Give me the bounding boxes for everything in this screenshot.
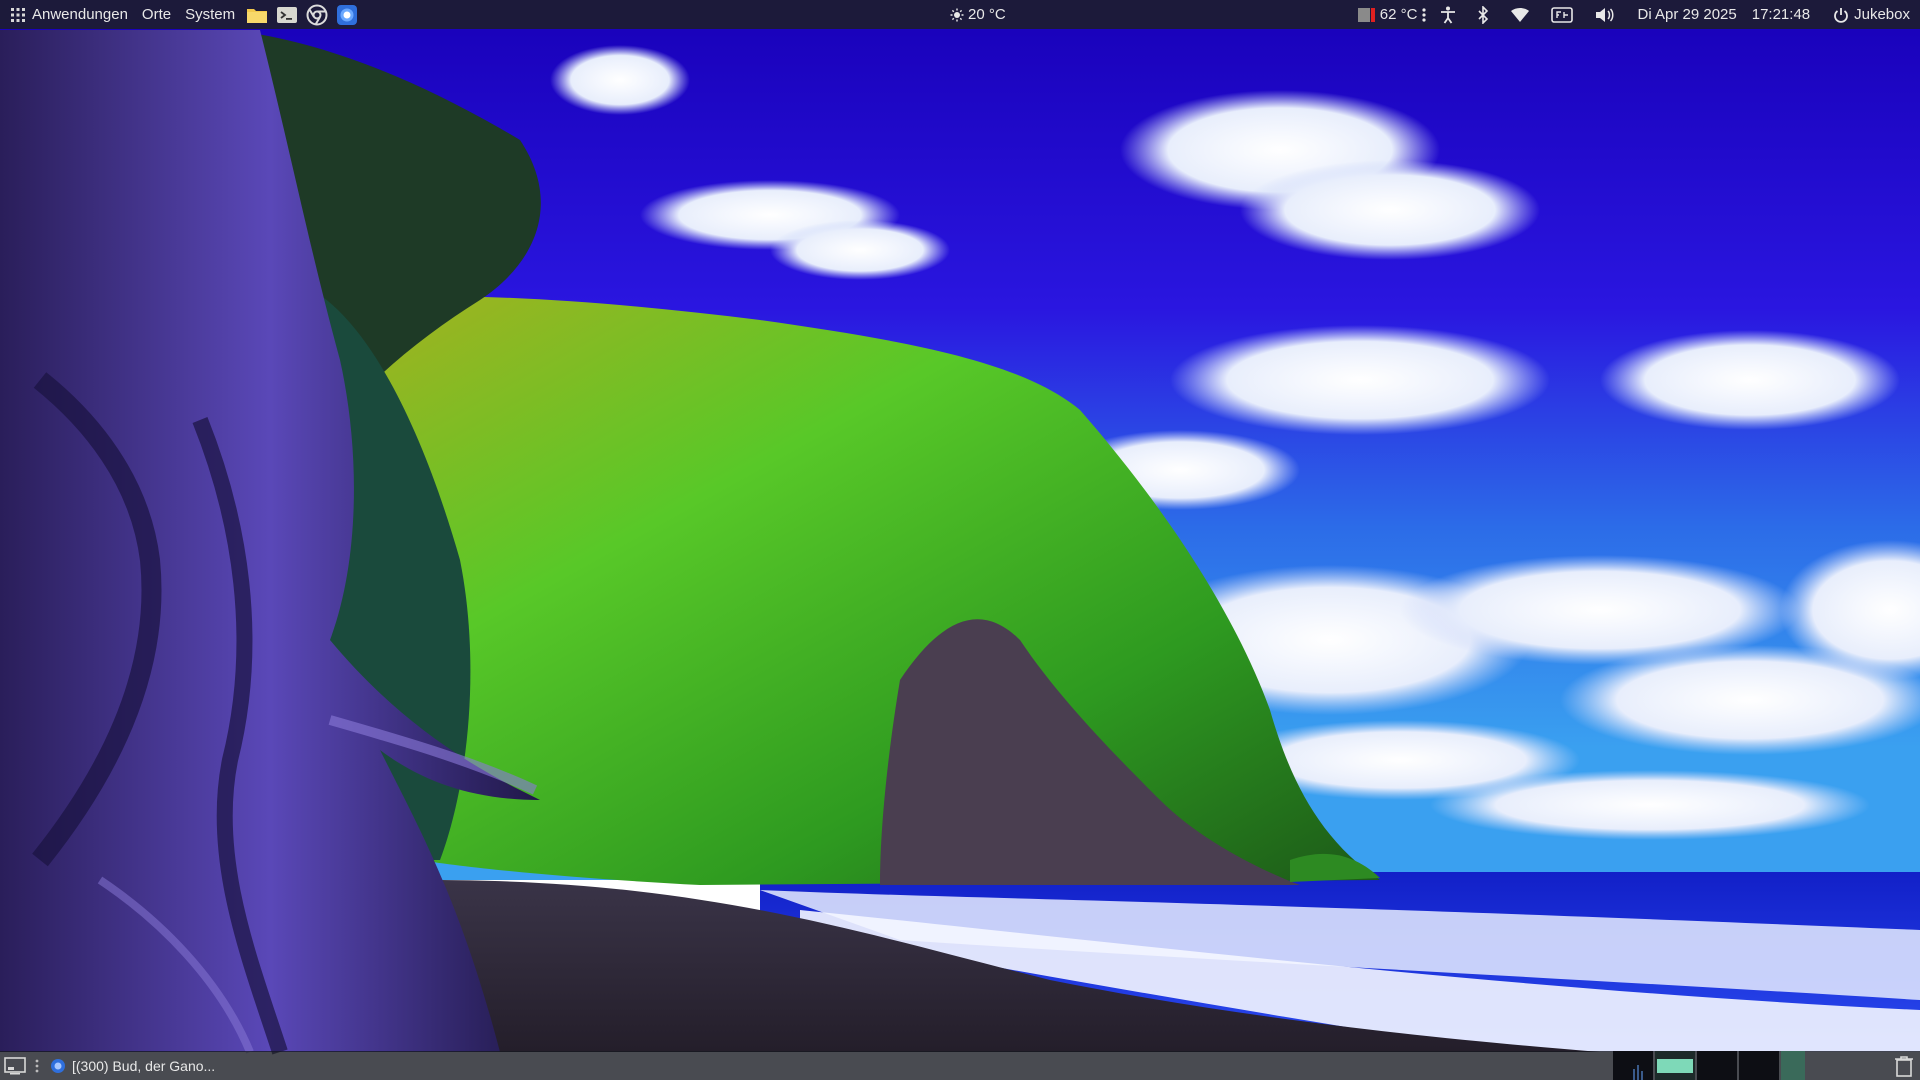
thermometer-icon <box>1357 7 1375 22</box>
top-panel-left: Anwendungen Orte System <box>0 0 362 29</box>
desktop[interactable]: Anwendungen Orte System 20 °C 62 °C Di A… <box>0 0 1920 1080</box>
volume-icon[interactable] <box>1594 0 1614 29</box>
browser-launcher-icon[interactable] <box>335 3 359 27</box>
top-panel-right: 62 °C Di Apr 29 2025 17:21:48 Jukebox <box>1348 0 1920 29</box>
chrome-launcher-icon[interactable] <box>305 3 329 27</box>
taskbar-item-title: [(300) Bud, der Gano... <box>72 1057 216 1074</box>
clock-date[interactable]: Di Apr 29 2025 <box>1637 0 1736 29</box>
workspace-5[interactable] <box>1781 1051 1805 1080</box>
power-icon <box>1834 7 1849 23</box>
keyboard-layout-icon[interactable] <box>1551 0 1574 29</box>
clock-time[interactable]: 17:21:48 <box>1752 0 1810 29</box>
workspace-2[interactable] <box>1655 1051 1695 1080</box>
show-desktop-button[interactable] <box>0 1051 30 1080</box>
accessibility-icon[interactable] <box>1440 0 1456 29</box>
workspace-switcher <box>1613 1051 1807 1080</box>
time-label: 17:21:48 <box>1751 6 1811 23</box>
sun-icon <box>950 8 964 21</box>
taskbar-item[interactable]: [(300) Bud, der Gano... <box>44 1051 225 1080</box>
workspace-3[interactable] <box>1697 1051 1737 1080</box>
cpu-temp-value: 62 °C <box>1379 6 1418 23</box>
workspace-4[interactable] <box>1739 1051 1779 1080</box>
places-menu[interactable]: Orte <box>135 0 178 29</box>
user-session-menu[interactable]: Jukebox <box>1833 0 1910 29</box>
date-label: Di Apr 29 2025 <box>1637 6 1737 23</box>
wifi-icon[interactable] <box>1510 0 1530 29</box>
user-name: Jukebox <box>1854 6 1910 23</box>
applications-menu[interactable]: Anwendungen <box>8 0 135 29</box>
terminal-launcher-icon[interactable] <box>275 3 299 27</box>
workspace-1[interactable] <box>1613 1051 1653 1080</box>
weather-indicator[interactable]: 20 °C <box>950 0 1006 29</box>
applications-menu-label: Anwendungen <box>32 6 128 23</box>
system-menu[interactable]: System <box>178 0 242 29</box>
wallpaper <box>0 0 1920 1055</box>
app-grid-icon <box>11 8 25 23</box>
weather-temperature: 20 °C <box>968 6 1006 23</box>
kebab-menu-icon <box>1422 7 1427 22</box>
browser-window-icon <box>51 1058 65 1073</box>
cpu-temp-indicator[interactable]: 62 °C <box>1357 0 1428 29</box>
show-desktop-icon <box>4 1056 26 1074</box>
top-panel: Anwendungen Orte System 20 °C 62 °C Di A… <box>0 0 1920 29</box>
folder-launcher-icon[interactable] <box>245 3 269 27</box>
trash-icon[interactable] <box>1894 1055 1914 1077</box>
bluetooth-icon[interactable] <box>1477 0 1489 29</box>
panel-handle-icon <box>35 1059 39 1072</box>
